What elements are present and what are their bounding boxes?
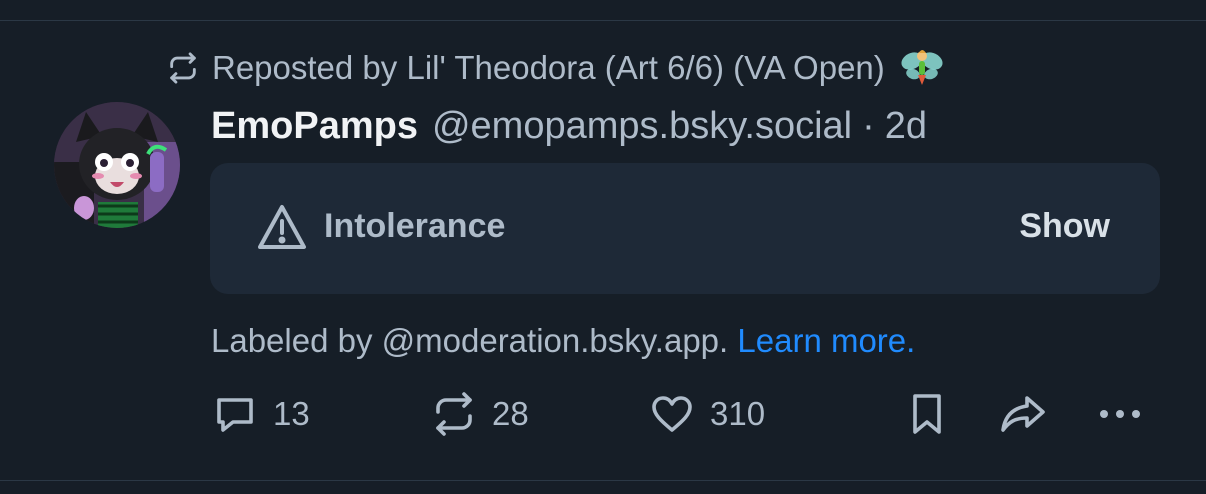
like-button[interactable]: 310 (648, 388, 765, 440)
labeled-by-text: Labeled by @moderation.bsky.app. (211, 322, 729, 359)
show-content-button[interactable]: Show (1019, 207, 1110, 246)
heart-icon (648, 390, 696, 438)
author-display-name[interactable]: EmoPamps (211, 105, 418, 148)
reply-button[interactable]: 13 (211, 388, 310, 440)
learn-more-link[interactable]: Learn more. (737, 322, 915, 359)
more-options-button[interactable] (1096, 388, 1144, 440)
share-button[interactable] (997, 388, 1049, 440)
content-warning-card[interactable]: Intolerance Show (210, 163, 1160, 294)
bookmark-button[interactable] (903, 388, 951, 440)
reply-icon (211, 390, 259, 438)
post-author-line: EmoPamps @emopamps.bsky.social · 2d (211, 102, 927, 150)
post-timestamp[interactable]: 2d (885, 105, 927, 148)
meta-separator: · (862, 104, 875, 147)
top-divider (0, 20, 1206, 21)
repost-prefix: Reposted by (212, 49, 398, 86)
fairy-emoji-icon (899, 45, 945, 91)
bookmark-icon (903, 390, 951, 438)
share-arrow-icon (997, 390, 1049, 438)
post-actions-bar: 13 28 310 (0, 388, 1206, 440)
like-count: 310 (710, 395, 766, 432)
repost-count: 28 (492, 395, 529, 432)
repost-attribution[interactable]: Reposted by Lil' Theodora (Art 6/6) (VA … (166, 46, 945, 90)
reposter-name[interactable]: Lil' Theodora (Art 6/6) (VA Open) (406, 49, 884, 87)
repost-button[interactable]: 28 (430, 388, 529, 440)
author-handle[interactable]: @emopamps.bsky.social (432, 105, 852, 148)
reply-count: 13 (273, 395, 310, 432)
moderation-label-line: Labeled by @moderation.bsky.app. Learn m… (211, 322, 915, 360)
repost-icon (166, 51, 200, 85)
repost-action-icon (430, 390, 478, 438)
author-avatar[interactable] (54, 102, 180, 228)
warning-triangle-icon (256, 203, 308, 251)
bottom-divider (0, 480, 1206, 481)
content-warning-label: Intolerance (324, 207, 506, 245)
ellipsis-icon (1096, 390, 1144, 438)
